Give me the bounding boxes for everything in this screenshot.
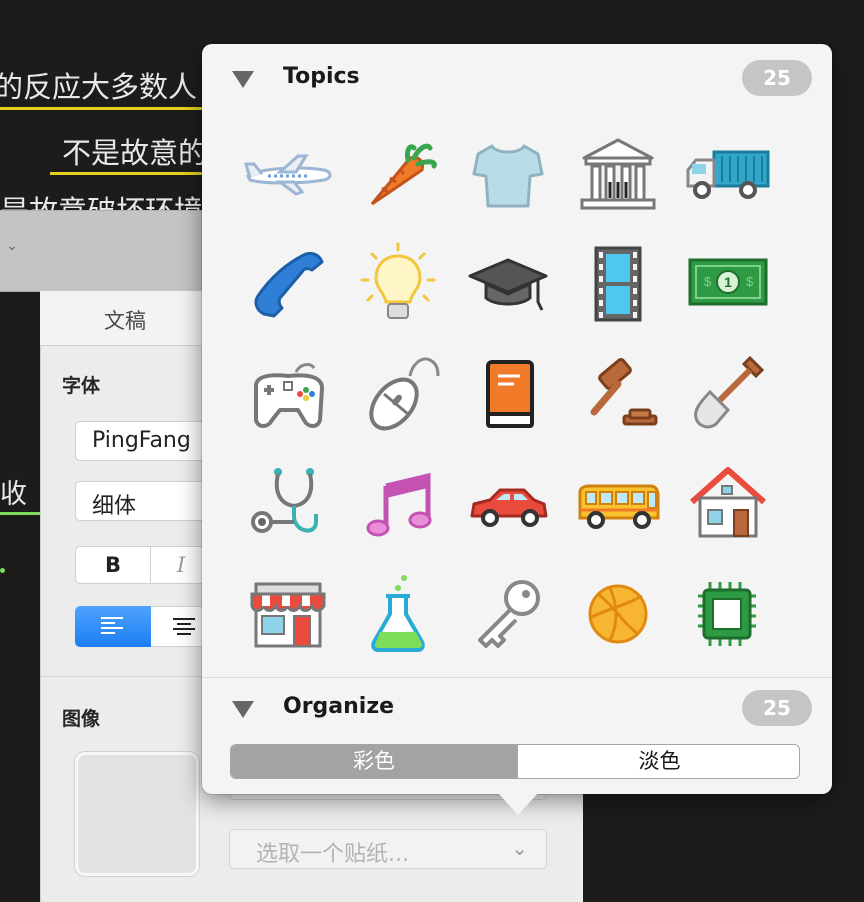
shovel-icon[interactable]	[680, 346, 776, 442]
popover-arrow	[498, 793, 538, 815]
organize-title: Organize	[283, 694, 395, 719]
book-icon[interactable]	[460, 346, 556, 442]
flask-icon[interactable]	[350, 566, 446, 662]
key-icon[interactable]	[460, 566, 556, 662]
image-heading: 图像	[62, 708, 101, 730]
gavel-icon[interactable]	[570, 346, 666, 442]
svg-text:$: $	[746, 274, 754, 289]
text-underline	[0, 107, 202, 110]
sticker-popover: Topics 25 1 $ $ Organize 25 彩色 淡色	[202, 44, 832, 815]
organize-count-badge: 25	[742, 690, 812, 726]
document-text-line: 不是故意的	[62, 136, 208, 170]
color-style-segmented-control: 彩色 淡色	[230, 744, 800, 779]
toolbar-strip	[0, 210, 210, 292]
tshirt-icon[interactable]	[460, 126, 556, 222]
bullet-dot	[0, 568, 5, 573]
bus-icon[interactable]	[570, 456, 666, 552]
basketball-icon[interactable]	[570, 566, 666, 662]
car-icon[interactable]	[460, 456, 556, 552]
money-label: 1	[724, 274, 732, 290]
segment-light[interactable]: 淡色	[517, 745, 799, 778]
music-note-icon[interactable]	[350, 456, 446, 552]
chevron-down-icon: ⌄	[511, 836, 528, 860]
section-divider	[202, 677, 832, 678]
graduation-cap-icon[interactable]	[460, 236, 556, 332]
font-heading: 字体	[62, 375, 101, 397]
chevron-down-icon[interactable]: ⌄	[6, 238, 18, 254]
tab-document-label: 文稿	[104, 309, 146, 333]
disclosure-triangle-icon[interactable]	[232, 71, 254, 88]
film-strip-icon[interactable]	[570, 236, 666, 332]
image-well[interactable]	[75, 752, 199, 876]
align-center-icon	[173, 618, 195, 638]
align-left-button[interactable]	[75, 606, 151, 647]
gamepad-icon[interactable]	[240, 346, 336, 442]
topics-title: Topics	[283, 64, 360, 89]
store-icon[interactable]	[240, 566, 336, 662]
sticker-select[interactable]: 选取一个贴纸... ⌄	[229, 829, 547, 869]
airplane-icon[interactable]	[240, 126, 336, 222]
document-text-line: 收	[0, 479, 27, 510]
mouse-icon[interactable]	[350, 346, 446, 442]
house-icon[interactable]	[680, 456, 776, 552]
chip-icon[interactable]	[680, 566, 776, 662]
text-underline	[50, 172, 202, 175]
svg-text:$: $	[704, 274, 712, 289]
text-underline	[0, 512, 40, 515]
document-text-line: 的反应大多数人	[0, 70, 198, 104]
bank-icon[interactable]	[570, 126, 666, 222]
sticker-select-placeholder: 选取一个贴纸...	[256, 842, 409, 867]
bold-button[interactable]: B	[76, 547, 151, 583]
phone-icon[interactable]	[240, 236, 336, 332]
disclosure-triangle-icon[interactable]	[232, 701, 254, 718]
money-icon[interactable]: 1 $ $	[680, 236, 776, 332]
truck-icon[interactable]	[680, 126, 776, 222]
stethoscope-icon[interactable]	[240, 456, 336, 552]
topics-count-badge: 25	[742, 60, 812, 96]
lightbulb-icon[interactable]	[350, 236, 446, 332]
tab-document[interactable]: 文稿	[40, 291, 202, 346]
align-left-icon	[101, 617, 123, 637]
segment-color[interactable]: 彩色	[231, 745, 517, 778]
carrot-icon[interactable]	[350, 126, 446, 222]
